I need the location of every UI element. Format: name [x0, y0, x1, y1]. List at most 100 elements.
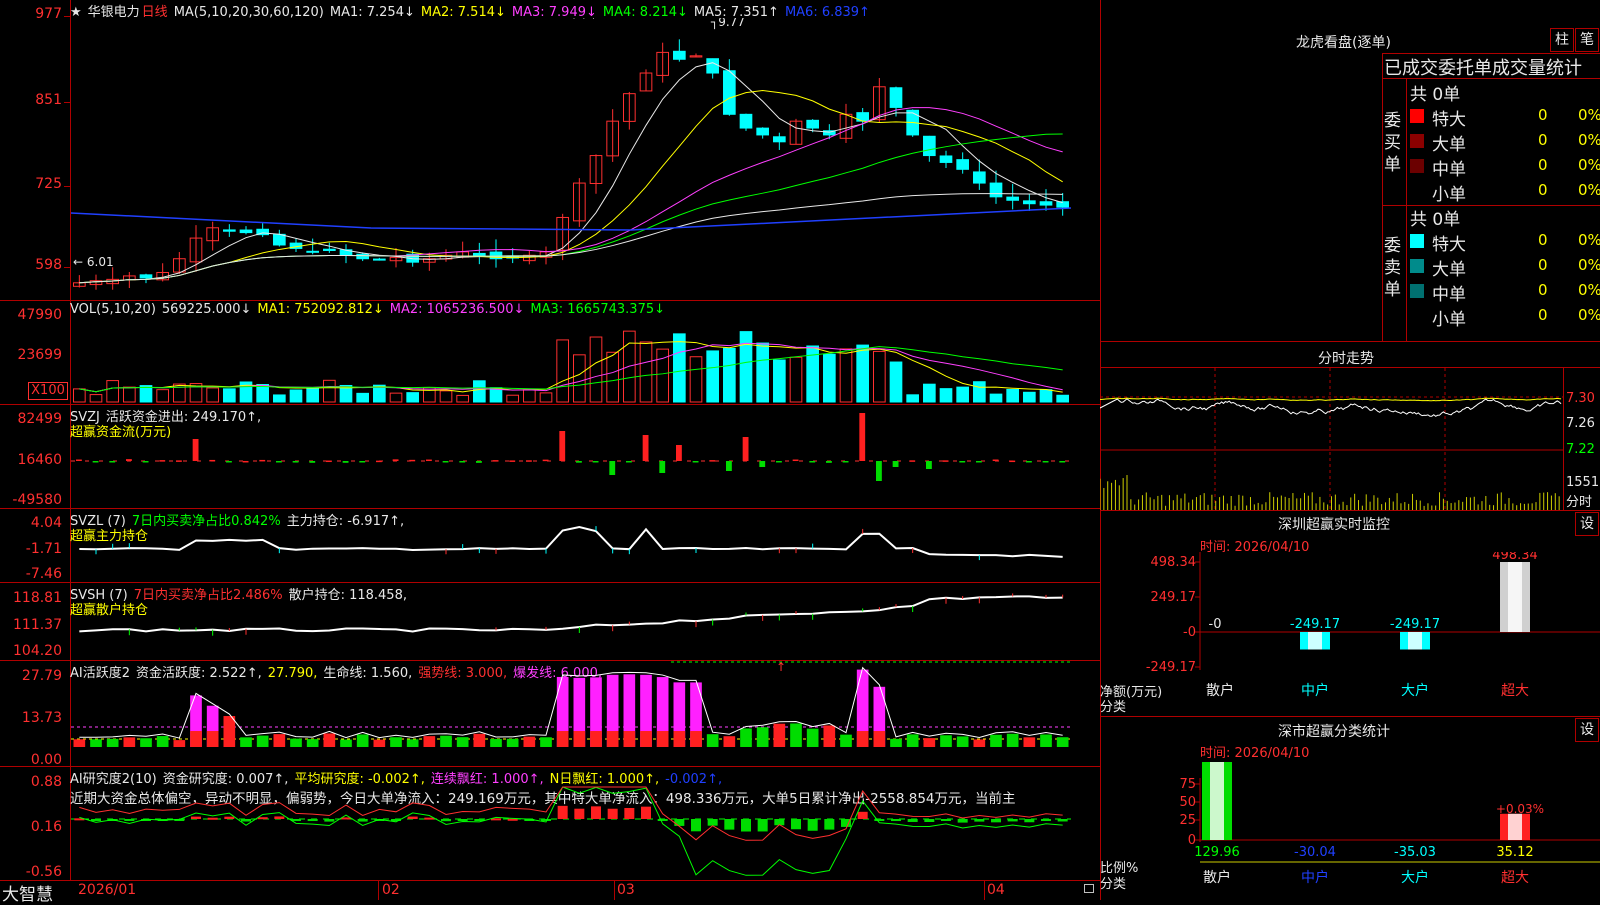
divider [1382, 53, 1383, 341]
activity-bar [1040, 734, 1052, 747]
flow-bar [476, 461, 482, 463]
flow-bar [326, 460, 332, 463]
order-type: 小单 [1432, 310, 1466, 330]
activity-bar [340, 739, 352, 747]
order-row-特大[interactable]: 特大 0 0% [1408, 105, 1600, 130]
order-count: 0 [1538, 306, 1548, 324]
price-axis-tick [64, 102, 70, 103]
svzl-chart[interactable] [71, 509, 1099, 582]
flow-bar [542, 459, 549, 462]
divider [1100, 716, 1600, 717]
flow-bar [709, 460, 716, 462]
activity-bar-base [206, 731, 219, 747]
category-label: 大户 [1401, 869, 1429, 886]
activity-bar [723, 736, 736, 747]
ma120-line [71, 207, 1072, 231]
candlestick-chart[interactable]: ┐9.77 ← 6.01 * * * [71, 18, 1099, 300]
volume-bar [639, 341, 653, 403]
flow-bar [892, 461, 899, 467]
signal-arrow: ↑ [776, 661, 786, 674]
order-row-大单[interactable]: 大单 0 0% [1408, 255, 1600, 280]
volume-chart[interactable] [71, 318, 1099, 404]
candle [273, 233, 286, 246]
volume-bar [939, 388, 953, 403]
stats-settings-button[interactable]: 设 [1575, 718, 1599, 742]
research-bar [874, 819, 885, 821]
monitor-bar-chart[interactable]: 498.34 249.17 -0 -249.17 -0 散户 -249.17 中户 -249.1… [1100, 552, 1600, 716]
activity-bar [806, 728, 819, 747]
monitor-settings-button[interactable]: 设 [1575, 512, 1599, 536]
order-type: 中单 [1432, 285, 1466, 305]
research-bar [591, 806, 601, 819]
category-label: 超大 [1501, 870, 1529, 886]
flow-bar [976, 461, 982, 463]
volume-bar [589, 336, 603, 403]
volume-bar [856, 344, 869, 403]
order-row-特大[interactable]: 特大 0 0% [1408, 230, 1600, 255]
bar-highlight [1508, 562, 1522, 632]
flow-bar [1026, 461, 1032, 463]
research-bar [441, 819, 451, 822]
svzj-chart[interactable] [71, 405, 1099, 508]
value-label: 35.12 [1496, 845, 1533, 860]
svsh-chart[interactable] [71, 583, 1099, 660]
axis-label: 75 [1179, 777, 1196, 792]
color-swatch [1410, 159, 1424, 173]
flow-bar [242, 460, 249, 463]
flow-bar [909, 460, 916, 462]
lock-icon[interactable] [1084, 884, 1094, 893]
order-row-中单[interactable]: 中单 0 0% [1408, 280, 1600, 305]
flow-bar [209, 459, 216, 462]
activity-bar [940, 735, 952, 747]
tick-mode-button[interactable]: 笔 [1575, 28, 1599, 52]
activity-bar [473, 733, 486, 747]
color-swatch [1410, 184, 1424, 198]
flow-bar [142, 461, 149, 463]
x-label-feb: 02 [382, 882, 400, 898]
order-row-大单[interactable]: 大单 0 0% [1408, 130, 1600, 155]
ai-active-axis-mid: 13.73 [21, 710, 62, 726]
flow-bar [659, 461, 666, 473]
flow-bar [359, 461, 366, 463]
vol-label[interactable]: VOL(5,10,20) [70, 302, 156, 317]
order-row-小单[interactable]: 小单 0 0% [1408, 305, 1600, 330]
order-row-中单[interactable]: 中单 0 0% [1408, 155, 1600, 180]
panel-divider [0, 300, 1100, 301]
volume-bar [789, 356, 803, 403]
stats-bar-chart[interactable]: 7550250129.96散户-30.04中户-35.03大户35.12超大+0… [1100, 758, 1600, 900]
research-line [79, 786, 1063, 876]
volume-bar [739, 331, 753, 403]
ai-research-chart[interactable] [71, 767, 1099, 880]
bar-highlight [1308, 632, 1322, 650]
order-count: 0 [1538, 231, 1548, 249]
volume-bar [989, 393, 1003, 403]
flow-bar [509, 460, 516, 462]
flow-bar [942, 460, 949, 462]
vol-unit-badge[interactable]: X100 [28, 382, 68, 400]
activity-bar [790, 723, 802, 747]
intraday-axis-bottom: 7.22 [1566, 442, 1595, 457]
color-swatch [1410, 309, 1424, 323]
research-bar [241, 819, 251, 822]
dragon-tiger-title: 龙虎看盘(逐单) [1296, 35, 1391, 51]
ai-active-chart[interactable]: ↑ [71, 661, 1099, 766]
x-tick [614, 880, 615, 900]
order-row-小单[interactable]: 小单 0 0% [1408, 180, 1600, 205]
brand-label[interactable]: 大智慧 [2, 880, 53, 905]
ai-research-axis-mid: 0.16 [30, 819, 62, 835]
bar-mode-button[interactable]: 柱 [1550, 28, 1574, 52]
activity-bar-base [690, 731, 702, 747]
axis-label: 50 [1179, 795, 1196, 810]
divider [1100, 341, 1600, 342]
x-tick [984, 880, 985, 900]
value-label: 498.34 [1492, 552, 1538, 563]
category-label: 大户 [1401, 682, 1429, 699]
activity-bar [256, 735, 269, 747]
volume-bar [156, 389, 170, 403]
research-bar [941, 819, 951, 821]
flow-bar [309, 461, 316, 463]
order-stats-tab[interactable]: 已成交委托单成交量统计 [1384, 54, 1600, 80]
activity-bar [323, 733, 336, 747]
divider [1406, 78, 1407, 341]
intraday-chart[interactable] [1100, 368, 1563, 510]
